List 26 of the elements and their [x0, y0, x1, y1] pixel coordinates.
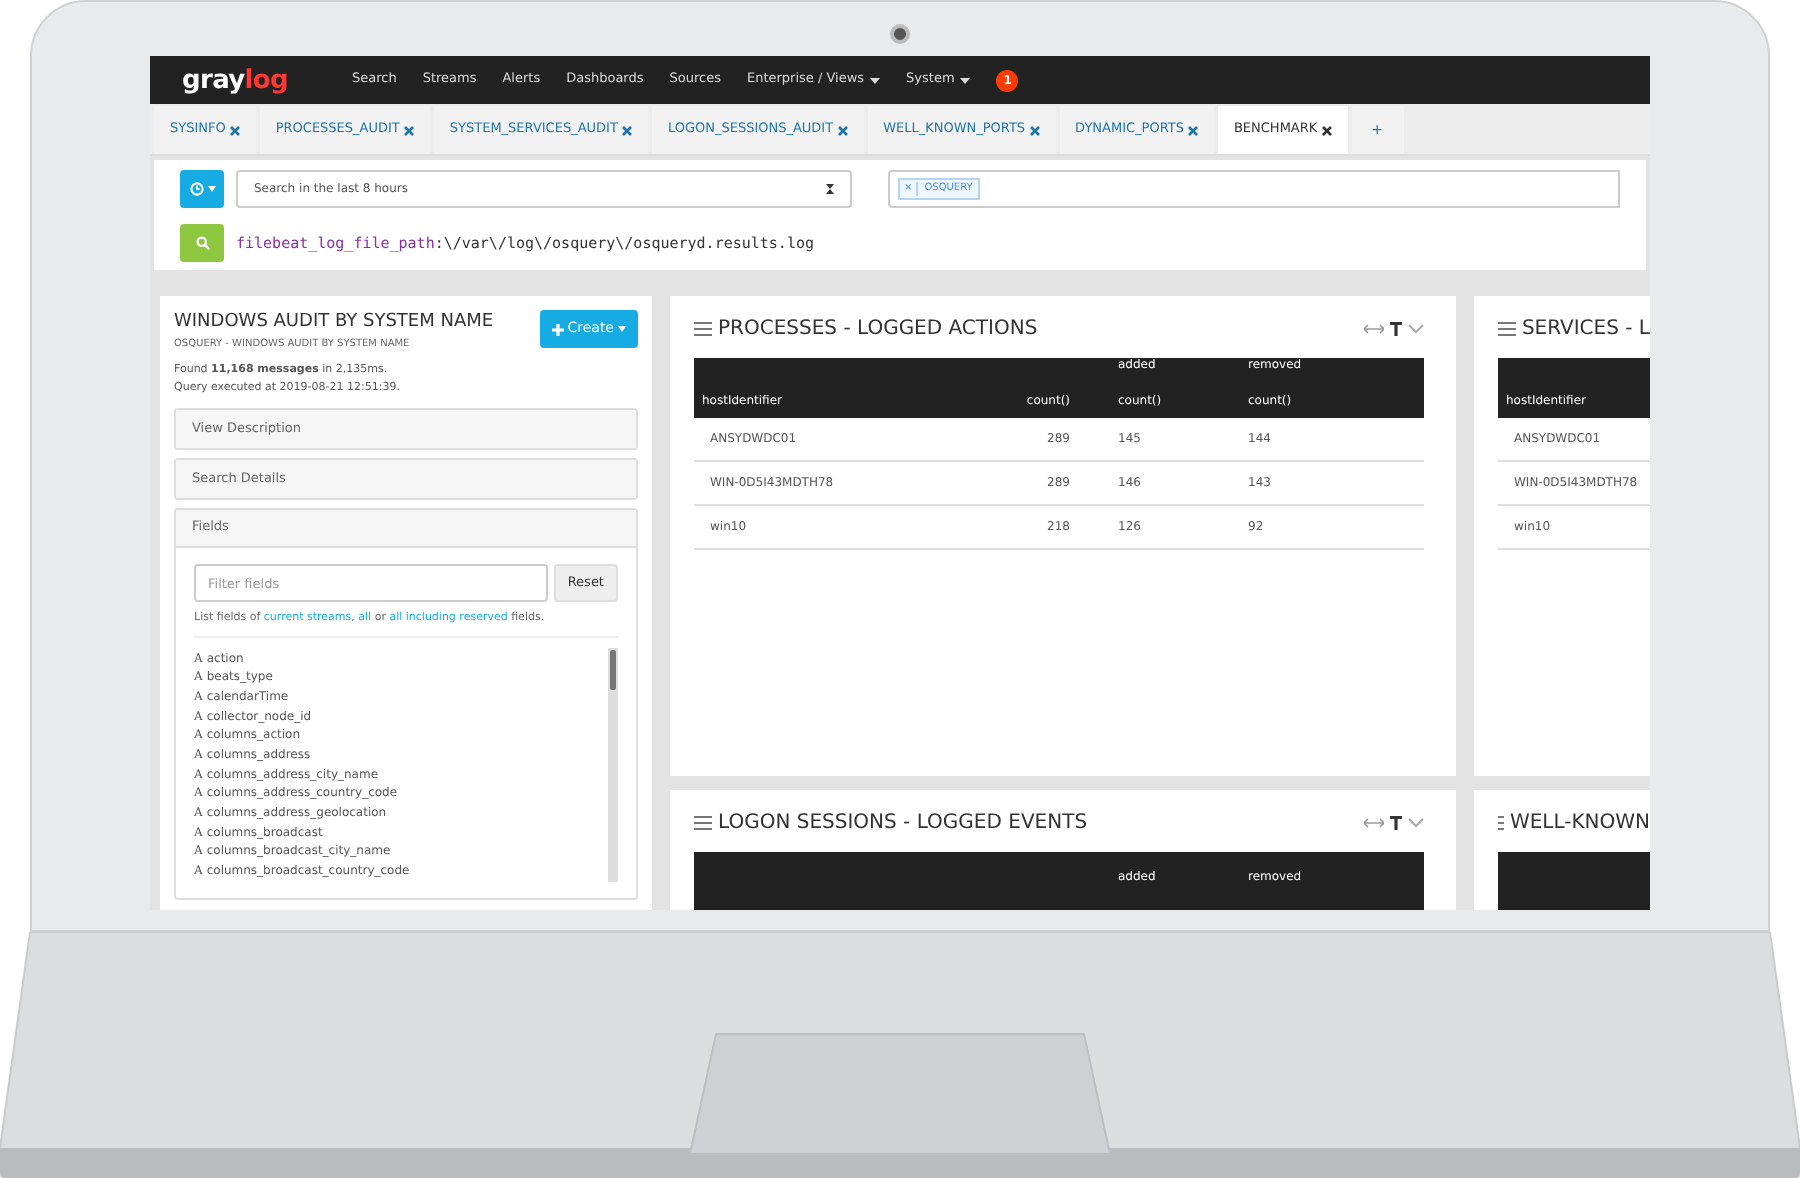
- caret-icon: [207, 186, 215, 192]
- drag-handle-icon[interactable]: [694, 322, 712, 336]
- clock-icon: [189, 182, 203, 196]
- chevron-down-icon[interactable]: [1408, 324, 1424, 334]
- widget-title: LOGON SESSIONS - LOGGED EVENTS: [718, 810, 1088, 838]
- plus-icon: [551, 323, 564, 335]
- logo[interactable]: graylog: [182, 67, 288, 93]
- widget-title: WELL-KNOWN: [1509, 810, 1650, 838]
- widget-title: PROCESSES - LOGGED ACTIONS: [718, 316, 1038, 344]
- close-icon[interactable]: [1321, 125, 1332, 135]
- drag-handle-icon[interactable]: [1498, 322, 1516, 336]
- search-icon: [195, 236, 209, 250]
- caret-icon: [960, 77, 971, 83]
- chevron-down-icon[interactable]: [1408, 818, 1424, 828]
- filter-icon[interactable]: [1390, 322, 1402, 336]
- drag-handle-icon[interactable]: [1498, 816, 1504, 830]
- caret-icon: [870, 77, 881, 83]
- scrollbar[interactable]: [608, 648, 618, 881]
- time-range-button[interactable]: [180, 170, 224, 208]
- filter-icon[interactable]: [1390, 816, 1402, 830]
- caret-icon: [826, 184, 834, 194]
- view-title: WINDOWS AUDIT BY SYSTEM NAME: [174, 310, 494, 336]
- widget-title: SERVICES - L: [1521, 316, 1650, 344]
- drag-handle-icon[interactable]: [694, 816, 712, 830]
- camera-icon: [890, 24, 910, 44]
- caret-icon: [618, 326, 626, 332]
